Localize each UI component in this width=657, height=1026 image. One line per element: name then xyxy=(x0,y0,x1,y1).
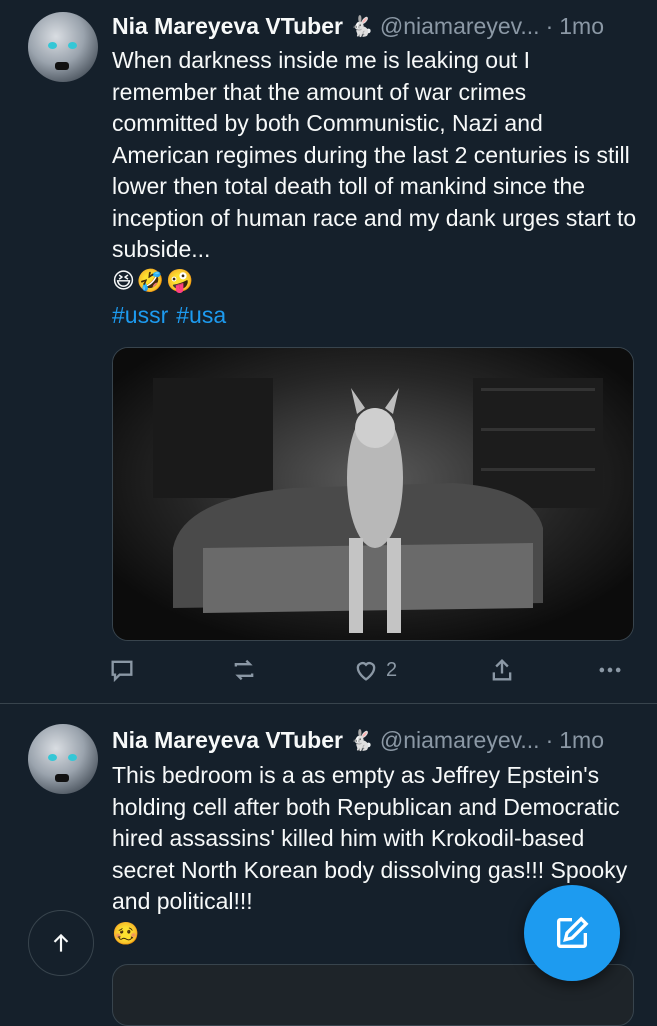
author-handle[interactable]: @niamareyev... xyxy=(380,727,540,754)
author-name[interactable]: Nia Mareyeva VTuber xyxy=(112,727,343,754)
heart-icon xyxy=(356,662,376,681)
retweet-icon xyxy=(234,659,254,681)
separator-dot: · xyxy=(545,12,554,39)
like-count: 2 xyxy=(386,658,398,681)
rabbit-badge: 🐇 xyxy=(348,729,374,752)
emoji-row: 🥴 xyxy=(112,921,142,946)
tweet-text: When darkness inside me is leaking out I… xyxy=(112,47,637,262)
share-button[interactable] xyxy=(488,650,516,690)
more-icon xyxy=(599,667,621,673)
reply-icon xyxy=(111,660,133,683)
avatar[interactable] xyxy=(28,724,98,794)
arrow-up-icon xyxy=(53,933,69,952)
scroll-to-top-button[interactable] xyxy=(28,910,94,976)
hashtag-link[interactable]: #usa xyxy=(176,302,226,328)
timestamp[interactable]: 1mo xyxy=(559,13,604,40)
author-handle[interactable]: @niamareyev... xyxy=(380,13,540,40)
separator-dot: · xyxy=(545,726,554,753)
rabbit-badge: 🐇 xyxy=(348,15,374,38)
author-name[interactable]: Nia Mareyeva VTuber xyxy=(112,13,343,40)
retweet-button[interactable] xyxy=(230,650,258,690)
hashtag-link[interactable]: #ussr xyxy=(112,302,168,328)
tweet-actions: 2 xyxy=(108,650,633,690)
share-icon xyxy=(492,659,512,681)
tweet-media[interactable] xyxy=(112,347,634,641)
like-button[interactable]: 2 xyxy=(352,650,397,690)
hashtags: #ussr #usa xyxy=(112,302,234,329)
emoji-row: 😆🤣🤪 xyxy=(112,268,196,293)
compose-icon xyxy=(557,916,589,948)
more-button[interactable] xyxy=(596,650,624,690)
reply-button[interactable] xyxy=(108,650,136,690)
timestamp[interactable]: 1mo xyxy=(559,727,604,754)
tweet[interactable]: Nia Mareyeva VTuber 🐇 @niamareyev... · 1… xyxy=(0,0,657,702)
avatar[interactable] xyxy=(28,12,98,82)
compose-button[interactable] xyxy=(524,885,620,981)
